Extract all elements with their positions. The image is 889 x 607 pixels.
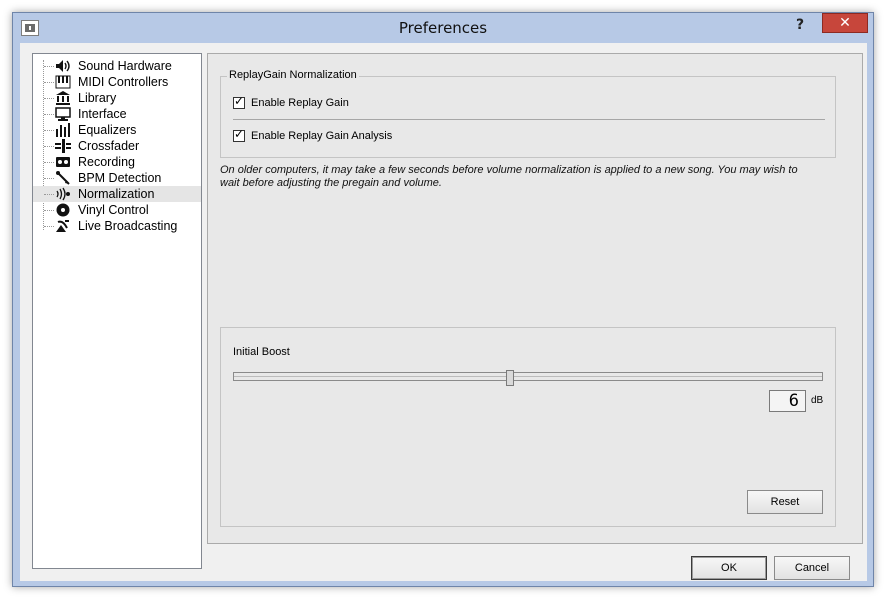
- nav-item-interface[interactable]: Interface: [33, 106, 201, 122]
- tree-branch-line: [44, 226, 54, 227]
- groupbox-divider: [233, 119, 825, 120]
- preferences-window: Preferences ? ✕ Sound Hardware MIDI Cont…: [12, 12, 874, 587]
- enable-replay-gain-label[interactable]: Enable Replay Gain: [251, 97, 349, 109]
- monitor-icon: [55, 107, 71, 121]
- enable-replay-gain-analysis-row[interactable]: Enable Replay Gain Analysis: [233, 127, 392, 142]
- enable-replay-gain-checkbox[interactable]: [233, 94, 245, 109]
- normalization-settings-panel: ReplayGain Normalization Enable Replay G…: [207, 53, 863, 544]
- nav-item-bpm-detection[interactable]: BPM Detection: [33, 170, 201, 186]
- tree-branch-line: [44, 82, 54, 83]
- nav-item-library[interactable]: Library: [33, 90, 201, 106]
- normalization-info-text: On older computers, it may take a few se…: [220, 164, 798, 189]
- cancel-button[interactable]: Cancel: [774, 556, 850, 580]
- boost-value-display: 6: [769, 390, 806, 412]
- nav-item-crossfader[interactable]: Crossfader: [33, 138, 201, 154]
- nav-item-label: Crossfader: [78, 139, 140, 153]
- tree-branch-line: [44, 162, 54, 163]
- ok-button[interactable]: OK: [691, 556, 767, 580]
- enable-replay-gain-analysis-label[interactable]: Enable Replay Gain Analysis: [251, 130, 392, 142]
- tree-branch-line: [44, 130, 54, 131]
- recording-icon: [55, 155, 71, 169]
- library-icon: [55, 91, 71, 105]
- nav-item-label: MIDI Controllers: [78, 75, 169, 89]
- nav-item-label: Live Broadcasting: [78, 219, 178, 233]
- normalization-icon: [55, 187, 71, 201]
- enable-replay-gain-row[interactable]: Enable Replay Gain: [233, 94, 349, 109]
- initial-boost-slider-thumb[interactable]: [506, 370, 515, 386]
- tree-branch-line: [44, 98, 54, 99]
- crossfader-icon: [55, 139, 71, 153]
- initial-boost-groupbox: Initial Boost 6 dB Reset: [220, 327, 836, 527]
- nav-item-label: Sound Hardware: [78, 59, 172, 73]
- replaygain-group-title: ReplayGain Normalization: [227, 69, 359, 81]
- nav-item-equalizers[interactable]: Equalizers: [33, 122, 201, 138]
- nav-item-live-broadcasting[interactable]: Live Broadcasting: [33, 218, 201, 234]
- tree-branch-line: [44, 66, 54, 67]
- nav-item-label: Library: [78, 91, 117, 105]
- preferences-nav-tree[interactable]: Sound Hardware MIDI Controllers Library: [32, 53, 202, 569]
- nav-item-vinyl-control[interactable]: Vinyl Control: [33, 202, 201, 218]
- tree-branch-line: [44, 146, 54, 147]
- boost-unit-label: dB: [811, 395, 824, 406]
- enable-replay-gain-analysis-checkbox[interactable]: [233, 127, 245, 142]
- replaygain-groupbox: ReplayGain Normalization Enable Replay G…: [220, 69, 836, 158]
- midi-keyboard-icon: [55, 75, 71, 89]
- tree-branch-line: [44, 194, 54, 195]
- nav-item-label: BPM Detection: [78, 171, 162, 185]
- nav-item-label: Interface: [78, 107, 127, 121]
- reset-button[interactable]: Reset: [747, 490, 823, 514]
- close-button[interactable]: ✕: [822, 13, 868, 33]
- tree-branch-line: [44, 114, 54, 115]
- nav-item-sound-hardware[interactable]: Sound Hardware: [33, 58, 201, 74]
- equalizer-icon: [55, 123, 71, 137]
- nav-item-normalization[interactable]: Normalization: [33, 186, 201, 202]
- tree-branch-line: [44, 178, 54, 179]
- nav-item-recording[interactable]: Recording: [33, 154, 201, 170]
- initial-boost-label: Initial Boost: [233, 346, 290, 358]
- initial-boost-slider-track[interactable]: [233, 372, 823, 381]
- broadcast-icon: [55, 219, 71, 233]
- nav-item-label: Recording: [78, 155, 135, 169]
- window-title: Preferences: [398, 19, 488, 37]
- nav-item-label: Normalization: [78, 187, 155, 201]
- tree-branch-line: [44, 210, 54, 211]
- nav-item-midi-controllers[interactable]: MIDI Controllers: [33, 74, 201, 90]
- help-button[interactable]: ?: [787, 16, 813, 36]
- title-bar[interactable]: Preferences ? ✕: [13, 13, 873, 43]
- bpm-icon: [55, 171, 71, 185]
- dialog-client-area: Sound Hardware MIDI Controllers Library: [20, 43, 867, 581]
- nav-item-label: Vinyl Control: [78, 203, 149, 217]
- speaker-icon: [55, 59, 71, 73]
- nav-item-label: Equalizers: [78, 123, 137, 137]
- vinyl-icon: [55, 203, 71, 217]
